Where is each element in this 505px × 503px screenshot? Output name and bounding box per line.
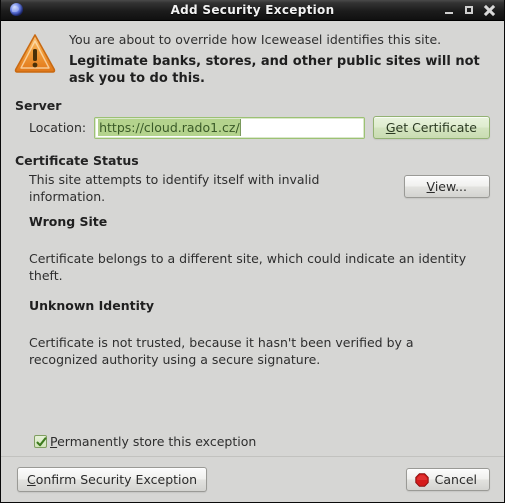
confirm-button-mnemonic: C	[27, 472, 36, 487]
globe-icon	[8, 2, 24, 18]
certificate-status-row: This site attempts to identify itself wi…	[1, 171, 504, 205]
issue-detail-wrong-site: Certificate belongs to a different site,…	[29, 251, 467, 283]
add-security-exception-dialog: Add Security Exception You are about to …	[0, 0, 505, 503]
title-bar[interactable]: Add Security Exception	[1, 0, 504, 21]
warning-line-1: You are about to override how Iceweasel …	[69, 32, 442, 47]
certificate-status-group: Certificate Status This site attempts to…	[1, 153, 504, 368]
location-input[interactable]: https://cloud.rado1.cz/	[94, 116, 365, 139]
certificate-status-title: Certificate Status	[15, 153, 139, 168]
location-label: Location:	[29, 120, 87, 135]
permanently-store-checkbox[interactable]	[34, 435, 47, 448]
location-input-value: https://cloud.rado1.cz/	[98, 119, 241, 136]
warning-banner: You are about to override how Iceweasel …	[1, 21, 504, 91]
certificate-status-summary: This site attempts to identify itself wi…	[29, 172, 320, 204]
permanently-store-text: ermanently store this exception	[57, 434, 257, 449]
cancel-button-label: Cancel	[434, 472, 477, 487]
issue-detail-unknown-identity: Certificate is not trusted, because it h…	[29, 335, 414, 367]
issue-heading-wrong-site: Wrong Site	[29, 214, 108, 229]
window-controls	[444, 4, 500, 16]
issue-heading-unknown-identity: Unknown Identity	[29, 298, 155, 313]
get-certificate-mnemonic: G	[385, 120, 396, 135]
window-title: Add Security Exception	[170, 3, 335, 17]
cancel-button[interactable]: Cancel	[405, 468, 490, 491]
permanently-store-row: Permanently store this exception	[1, 434, 504, 449]
maximize-icon[interactable]	[464, 5, 475, 16]
get-certificate-button[interactable]: Get Certificate	[372, 116, 490, 139]
location-row: Location: https://cloud.rado1.cz/ Get Ce…	[1, 116, 504, 139]
stop-icon	[414, 472, 429, 487]
get-certificate-label: et Certificate	[395, 120, 478, 135]
permanently-store-label[interactable]: Permanently store this exception	[50, 434, 256, 449]
server-group-title: Server	[15, 98, 62, 113]
warning-text: You are about to override how Iceweasel …	[69, 30, 489, 87]
warning-line-2: Legitimate banks, stores, and other publ…	[69, 54, 480, 86]
dialog-button-bar: Confirm Security Exception Cancel	[1, 456, 504, 502]
dialog-content: You are about to override how Iceweasel …	[1, 21, 504, 502]
confirm-security-exception-button[interactable]: Confirm Security Exception	[17, 467, 208, 492]
close-icon[interactable]	[483, 4, 496, 16]
view-certificate-button[interactable]: View...	[403, 175, 490, 198]
view-button-mnemonic: V	[426, 179, 435, 194]
view-button-label: iew...	[434, 179, 467, 194]
warning-triangle-icon	[13, 32, 57, 74]
server-group: Server Location: https://cloud.rado1.cz/…	[1, 98, 504, 139]
confirm-button-label: onfirm Security Exception	[35, 472, 198, 487]
minimize-icon[interactable]	[444, 5, 455, 16]
